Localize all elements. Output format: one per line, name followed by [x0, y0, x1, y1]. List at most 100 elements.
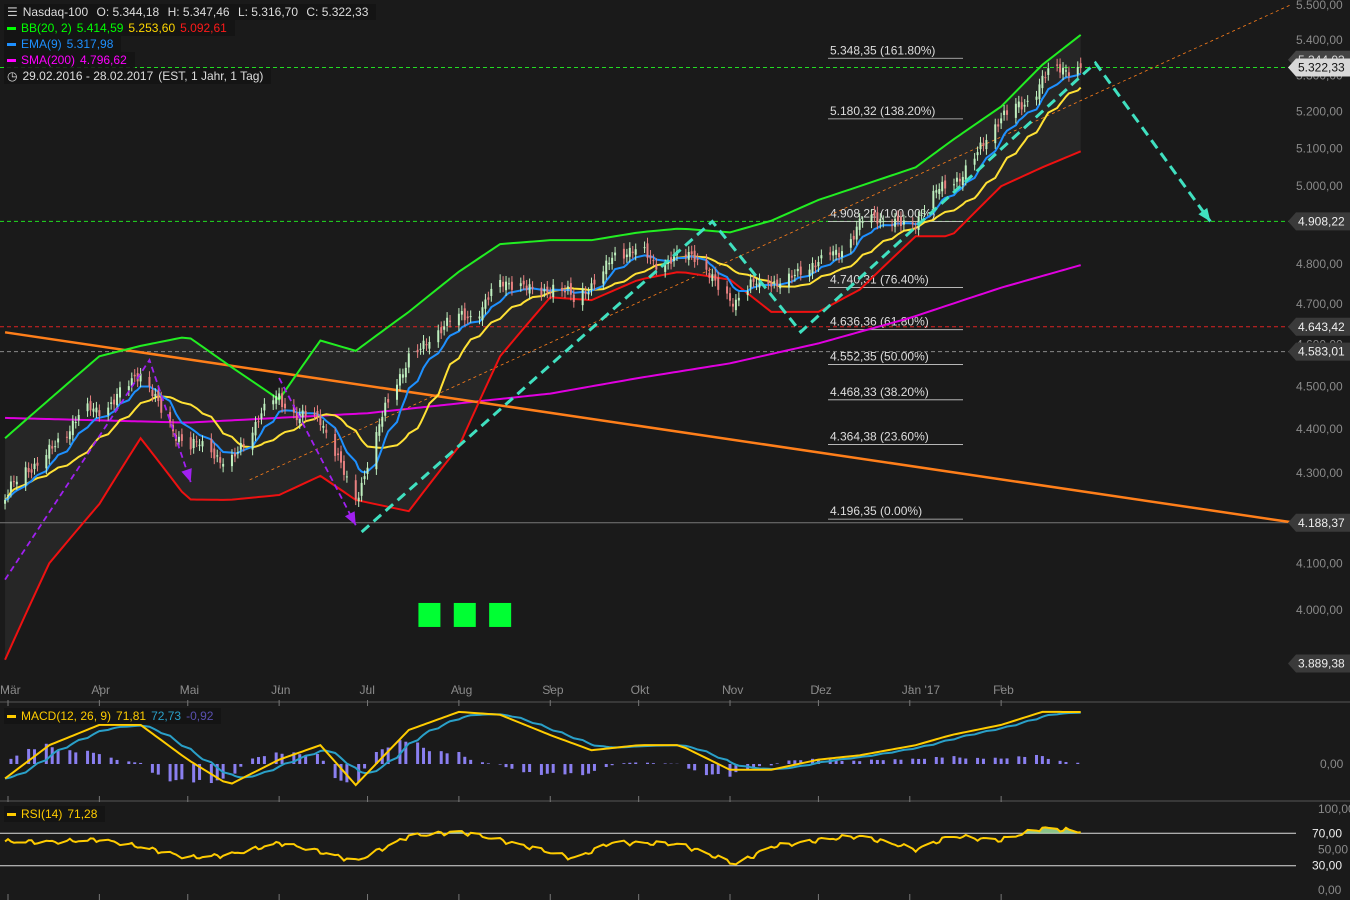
candle-body	[717, 277, 720, 290]
rsi-value: 71,28	[67, 807, 98, 821]
high-value: H: 5.347,46	[167, 5, 230, 19]
macd-histogram-bar	[480, 762, 484, 764]
candle-body	[528, 284, 531, 294]
candle-body	[873, 211, 876, 216]
macd-histogram-bar	[663, 763, 667, 764]
macd-histogram-bar	[569, 764, 573, 774]
candle-body	[838, 252, 841, 258]
candle-body	[12, 481, 15, 483]
candle-body	[622, 248, 625, 259]
candle-body	[997, 124, 1000, 127]
range-text: 29.02.2016 - 28.02.2017	[22, 69, 154, 83]
candle-body	[920, 215, 923, 217]
macd-swatch-icon	[7, 715, 16, 719]
candle-body	[549, 293, 552, 295]
candle-body	[281, 393, 284, 407]
macd-histogram-bar	[952, 756, 956, 764]
candle-body	[563, 290, 566, 293]
candle-body	[670, 257, 673, 264]
candle-body	[92, 408, 95, 412]
macd-histogram-bar	[333, 764, 337, 779]
candle-body	[24, 467, 27, 486]
macd-histogram-bar	[139, 762, 143, 764]
macd-histogram-bar	[622, 763, 626, 764]
clock-icon: ◷	[7, 69, 18, 83]
candle-body	[643, 247, 646, 249]
y-tick-label: 5.000,00	[1296, 179, 1343, 193]
macd-histogram-bar	[769, 764, 773, 766]
candle-body	[779, 283, 782, 289]
candle-body	[334, 434, 337, 456]
candle-body	[192, 438, 195, 449]
macd-histogram-bar	[604, 764, 608, 768]
candle-body	[507, 283, 510, 285]
candle-body	[899, 217, 902, 227]
legend-bb[interactable]: BB(20, 2) 5.414,59 5.253,60 5.092,61	[4, 20, 235, 36]
fib-label: 4.196,35 (0.00%)	[830, 504, 922, 518]
rsi-tick-label: 30,00	[1312, 859, 1342, 873]
signal-value: 72,73	[151, 709, 182, 723]
macd-histogram-bar	[150, 764, 154, 773]
legend-macd[interactable]: MACD(12, 26, 9) 71,81 72,73 -0,92	[4, 708, 222, 724]
macd-histogram-bar	[439, 751, 443, 764]
x-tick-label: Aug	[451, 683, 472, 697]
candle-body	[767, 280, 770, 284]
candle-body	[499, 279, 502, 288]
candle-body	[77, 414, 80, 421]
legend-sma[interactable]: SMA(200) 4.796,62	[4, 52, 135, 68]
open-value: O: 5.344,18	[96, 5, 160, 19]
macd-histogram-bar	[1035, 754, 1039, 764]
candle-body	[378, 424, 381, 436]
candle-body	[820, 255, 823, 259]
x-tick-label: Mär	[0, 683, 21, 697]
candle-body	[1017, 101, 1020, 108]
rsi-tick-label: 0,00	[1318, 883, 1342, 897]
macd-histogram-bar	[168, 764, 172, 782]
macd-histogram-bar	[528, 764, 532, 773]
candle-body	[611, 257, 614, 264]
bb-swatch-icon	[7, 27, 16, 31]
macd-histogram-bar	[1058, 760, 1062, 764]
macd-histogram-bar	[56, 750, 60, 764]
candle-body	[313, 412, 316, 415]
x-tick-label: Feb	[993, 683, 1014, 697]
x-tick-label: Apr	[91, 683, 110, 697]
candle-body	[829, 252, 832, 255]
candle-body	[1079, 63, 1082, 68]
candle-body	[71, 420, 74, 436]
price-badge: 4.908,22	[1298, 214, 1345, 228]
candle-body	[879, 218, 882, 223]
candle-body	[693, 250, 696, 263]
macd-histogram-bar	[911, 758, 915, 764]
candle-body	[891, 224, 894, 226]
candle-body	[36, 462, 39, 466]
candle-body	[540, 287, 543, 296]
candle-body	[734, 299, 737, 311]
legend-rsi[interactable]: RSI(14) 71,28	[4, 806, 106, 822]
macd-histogram-bar	[787, 760, 791, 764]
legend-ema[interactable]: EMA(9) 5.317,98	[4, 36, 122, 52]
candle-body	[446, 317, 449, 326]
candle-body	[590, 283, 593, 291]
macd-histogram-bar	[634, 762, 638, 764]
candle-body	[7, 495, 9, 497]
x-tick-label: Jul	[360, 683, 375, 697]
y-tick-label: 4.000,00	[1296, 603, 1343, 617]
candle-body	[1035, 96, 1038, 100]
macd-histogram-bar	[115, 759, 119, 764]
candle-body	[233, 453, 236, 457]
candle-body	[381, 416, 384, 427]
candle-body	[9, 481, 12, 492]
candle-body	[519, 283, 522, 287]
candle-body	[628, 247, 631, 257]
candle-body	[1014, 103, 1017, 118]
price-chart[interactable]: Mär Apr Mai Jun Jul Aug Sep Okt Nov Dez Jan '17 Feb…	[0, 0, 1350, 900]
fib-label: 4.740,31 (76.40%)	[830, 273, 929, 287]
candle-body	[189, 437, 192, 450]
candle-body	[593, 279, 596, 285]
candle-body	[614, 252, 617, 256]
candle-body	[396, 384, 399, 400]
candle-body	[210, 439, 213, 453]
candle-body	[911, 222, 914, 225]
candle-body	[587, 292, 590, 295]
